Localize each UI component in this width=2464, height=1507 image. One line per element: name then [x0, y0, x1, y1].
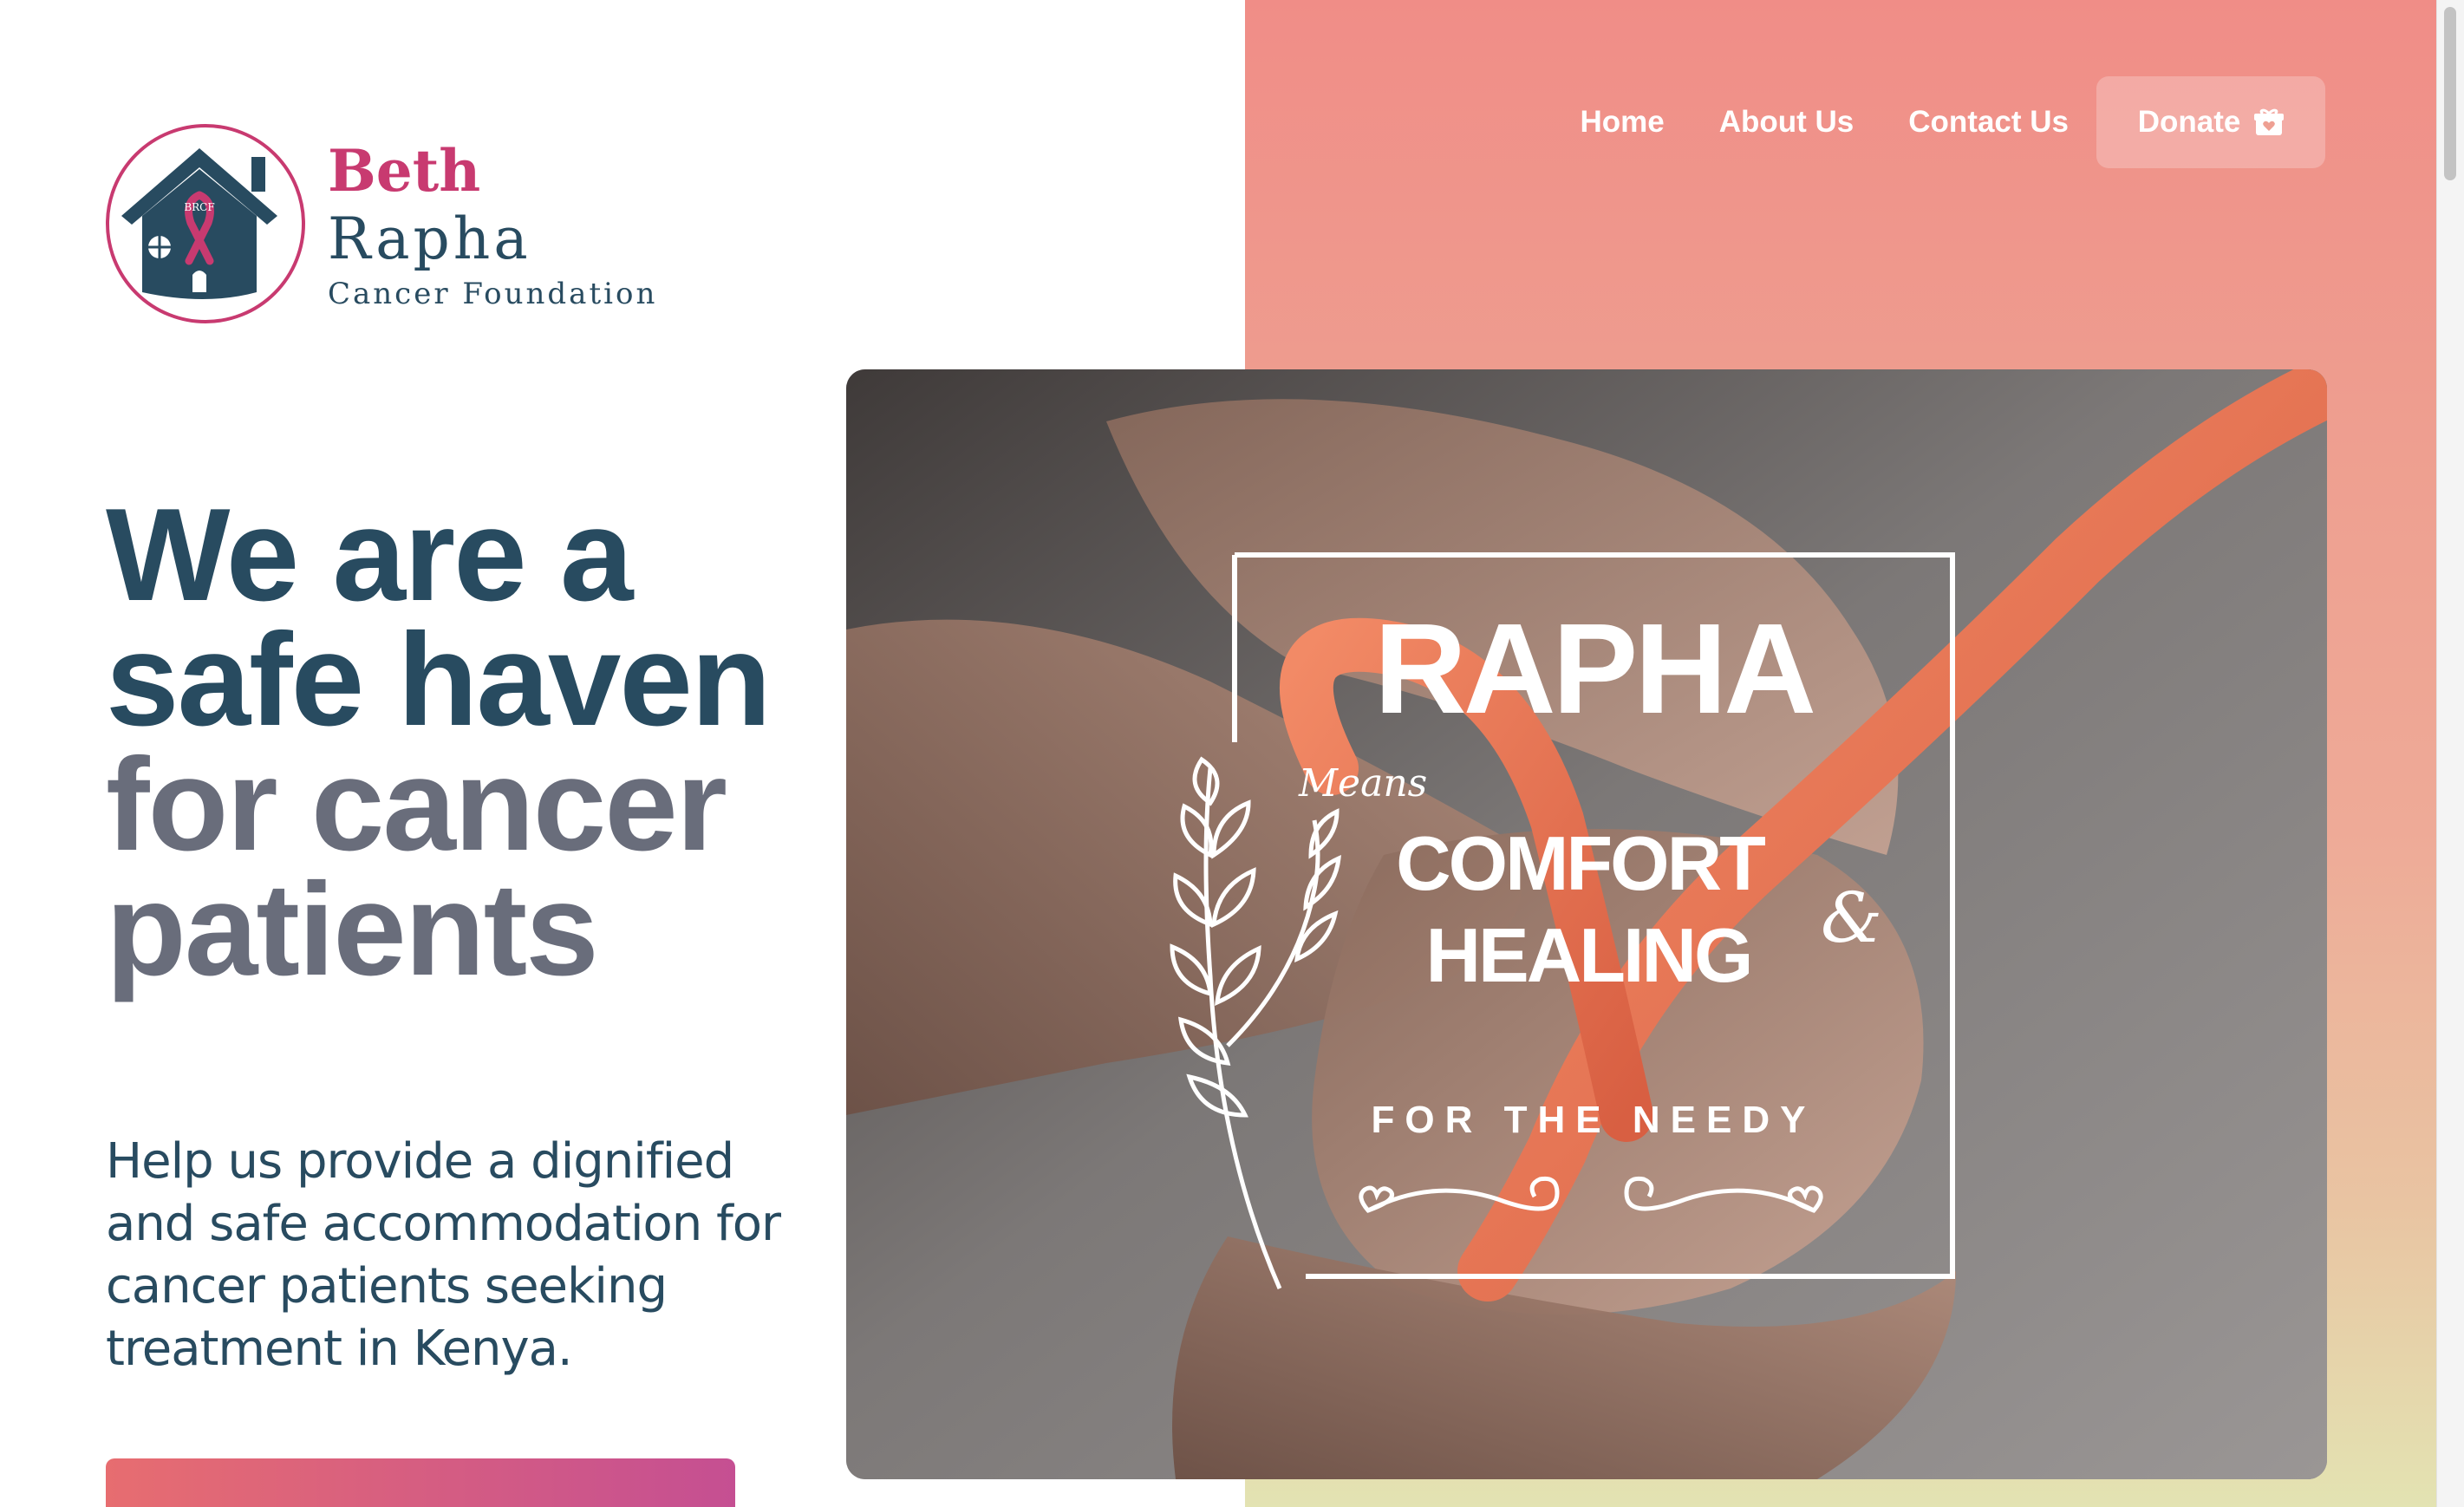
- gift-icon: [2254, 108, 2285, 135]
- nav-contact-link[interactable]: Contact Us: [1908, 105, 2069, 140]
- nav-home-link[interactable]: Home: [1580, 105, 1664, 140]
- overlay-line-2: HEALING: [1426, 912, 1751, 998]
- hero-headline: We are a safe haven for cancer patients: [106, 481, 825, 1003]
- logo-badge-text: BRCF: [184, 201, 214, 213]
- page: BRCF Beth Rapha Cancer Foundation Home A…: [0, 0, 2464, 1507]
- logo-text: Beth Rapha Cancer Foundation: [328, 137, 676, 311]
- headline-line-2: safe haven: [106, 606, 772, 754]
- logo-name: Beth Rapha: [328, 137, 676, 273]
- overlay-line-1: COMFORT: [1396, 820, 1765, 906]
- overlay-ampersand: &: [1821, 877, 1882, 958]
- logo-name-first: Beth: [328, 136, 481, 205]
- hero-illustration: RAPHA Means COMFORT & HEALING FOR THE NE…: [846, 369, 2327, 1479]
- main-nav: Home About Us Contact Us Donate: [1580, 76, 2325, 168]
- vertical-scrollbar[interactable]: [2436, 0, 2464, 1507]
- logo-name-second: Rapha: [328, 205, 531, 272]
- headline-line-1: We are a: [106, 481, 633, 629]
- hero-cta-button[interactable]: [106, 1458, 735, 1507]
- donate-button[interactable]: Donate: [2096, 76, 2325, 168]
- hero-subtext: Help us provide a dignified and safe acc…: [106, 1133, 781, 1377]
- overlay-means: Means: [1298, 761, 1427, 806]
- headline-line-3: for cancer: [106, 731, 727, 878]
- brand-logo[interactable]: BRCF Beth Rapha Cancer Foundation: [104, 120, 676, 328]
- headline-line-4: patients: [106, 856, 599, 1003]
- logo-house-ribbon-icon: BRCF: [106, 124, 305, 323]
- nav-about-link[interactable]: About Us: [1719, 105, 1855, 140]
- donate-label: Donate: [2137, 105, 2241, 139]
- overlay-title: RAPHA: [1374, 597, 1813, 740]
- logo-subtitle: Cancer Foundation: [328, 276, 658, 311]
- scrollbar-thumb[interactable]: [2444, 7, 2456, 180]
- hero-image: RAPHA Means COMFORT & HEALING FOR THE NE…: [846, 369, 2327, 1479]
- overlay-tagline: FOR THE NEEDY: [1372, 1099, 1816, 1141]
